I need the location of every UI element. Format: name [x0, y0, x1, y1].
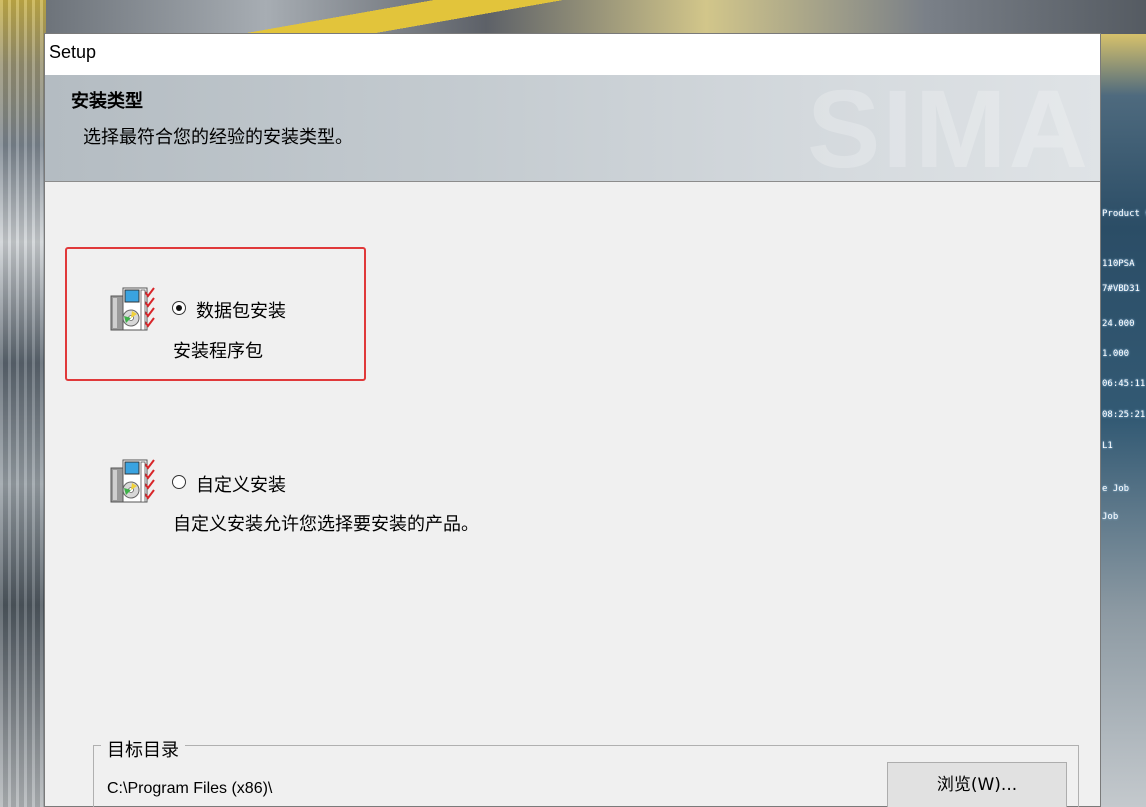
background-ticker-text: Job	[1102, 512, 1119, 522]
radio-custom-install[interactable]	[172, 475, 186, 489]
destination-group-label: 目标目录	[101, 736, 185, 762]
radio-selected-dot	[176, 305, 182, 311]
background-ticker-text: 110PSA	[1102, 259, 1135, 269]
page-subtitle: 选择最符合您的经验的安装类型。	[83, 127, 353, 148]
window-titlebar[interactable]: Setup	[45, 34, 1100, 75]
background-image-top	[46, 0, 1146, 34]
setup-window: Setup SIMA 安装类型 选择最符合您的经验的安装类型。 数据包安装 安装…	[44, 33, 1101, 807]
page-title: 安装类型	[71, 91, 143, 112]
window-title: Setup	[49, 42, 97, 62]
background-ticker-text: 08:25:21	[1102, 410, 1146, 420]
browse-button[interactable]: 浏览(W)...	[887, 762, 1067, 807]
background-ticker-text: 1.000	[1102, 349, 1130, 359]
option-package-install-label[interactable]: 数据包安装	[196, 297, 286, 323]
setup-package-icon	[110, 287, 155, 331]
background-ticker-text: L1	[1102, 441, 1113, 451]
background-image-left	[0, 0, 46, 807]
option-custom-install-description: 自定义安装允许您选择要安装的产品。	[173, 514, 479, 535]
radio-package-install[interactable]	[172, 301, 186, 315]
background-ticker-text: 24.000	[1102, 319, 1135, 329]
destination-path: C:\Program Files (x86)\	[107, 780, 273, 797]
option-package-install-description: 安装程序包	[173, 341, 263, 362]
background-ticker-text: 06:45:11	[1102, 379, 1146, 389]
option-custom-install-label[interactable]: 自定义安装	[196, 471, 286, 497]
background-ticker-text: 7#VBD31	[1102, 284, 1140, 294]
setup-package-icon	[110, 459, 155, 503]
background-ticker-text: e Job	[1102, 484, 1130, 494]
banner-watermark: SIMA	[807, 75, 1090, 182]
desktop-background: Product O 110PSA 7#VBD31 24.000 1.000 06…	[0, 0, 1146, 807]
background-ticker-text: Product O	[1102, 209, 1146, 219]
header-banner: SIMA 安装类型 选择最符合您的经验的安装类型。	[45, 75, 1100, 182]
